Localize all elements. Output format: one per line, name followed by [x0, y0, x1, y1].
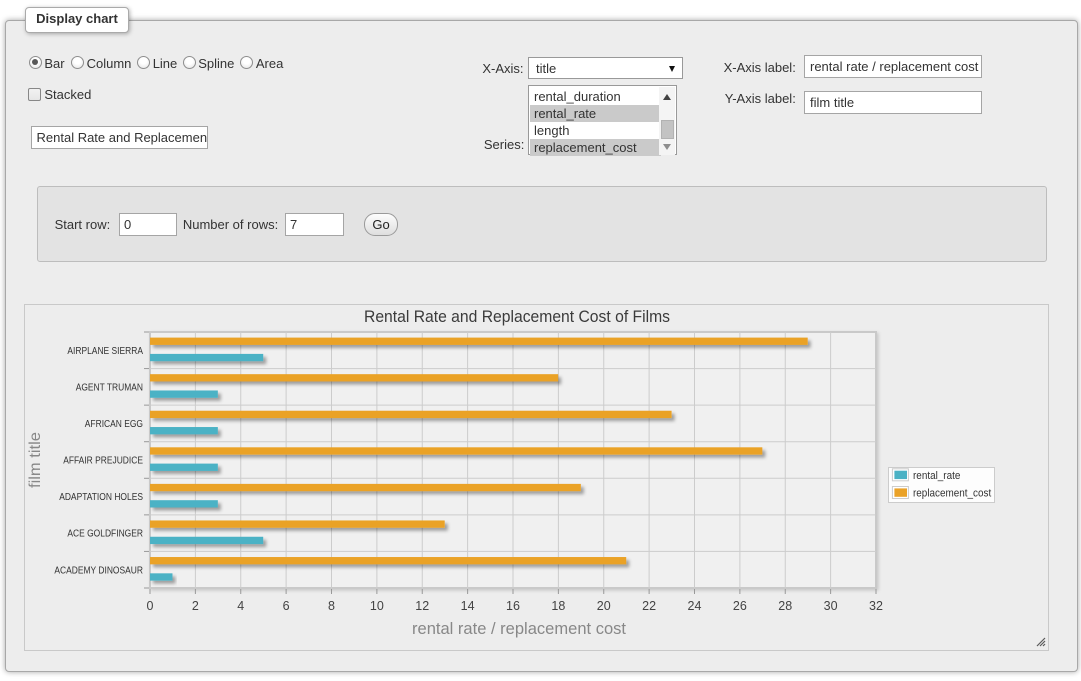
svg-text:12: 12 — [415, 599, 429, 613]
svg-text:replacement_cost: replacement_cost — [913, 488, 991, 500]
svg-text:10: 10 — [370, 599, 384, 613]
svg-text:rental_rate: rental_rate — [913, 470, 960, 482]
svg-text:film title: film title — [27, 432, 44, 488]
svg-text:ACADEMY DINOSAUR: ACADEMY DINOSAUR — [54, 565, 143, 576]
svg-text:18: 18 — [551, 599, 565, 613]
svg-text:Rental Rate and Replacement Co: Rental Rate and Replacement Cost of Film… — [364, 308, 670, 326]
svg-text:30: 30 — [824, 599, 838, 613]
svg-text:26: 26 — [733, 599, 747, 613]
svg-text:32: 32 — [869, 599, 883, 613]
svg-text:ACE GOLDFINGER: ACE GOLDFINGER — [67, 529, 143, 540]
svg-text:16: 16 — [506, 599, 520, 613]
svg-text:8: 8 — [328, 599, 335, 613]
svg-text:ADAPTATION HOLES: ADAPTATION HOLES — [59, 492, 143, 503]
svg-text:22: 22 — [642, 599, 656, 613]
svg-text:2: 2 — [192, 599, 199, 613]
svg-text:AGENT TRUMAN: AGENT TRUMAN — [76, 382, 143, 393]
svg-text:20: 20 — [597, 599, 611, 613]
svg-text:6: 6 — [283, 599, 290, 613]
svg-text:28: 28 — [778, 599, 792, 613]
svg-text:AIRPLANE SIERRA: AIRPLANE SIERRA — [67, 346, 143, 357]
svg-text:0: 0 — [147, 599, 154, 613]
svg-text:14: 14 — [461, 599, 475, 613]
svg-text:4: 4 — [237, 599, 244, 613]
svg-text:24: 24 — [688, 599, 702, 613]
svg-text:AFFAIR PREJUDICE: AFFAIR PREJUDICE — [63, 456, 143, 467]
svg-text:AFRICAN EGG: AFRICAN EGG — [85, 419, 143, 430]
svg-text:rental rate / replacement cost: rental rate / replacement cost — [412, 620, 626, 638]
